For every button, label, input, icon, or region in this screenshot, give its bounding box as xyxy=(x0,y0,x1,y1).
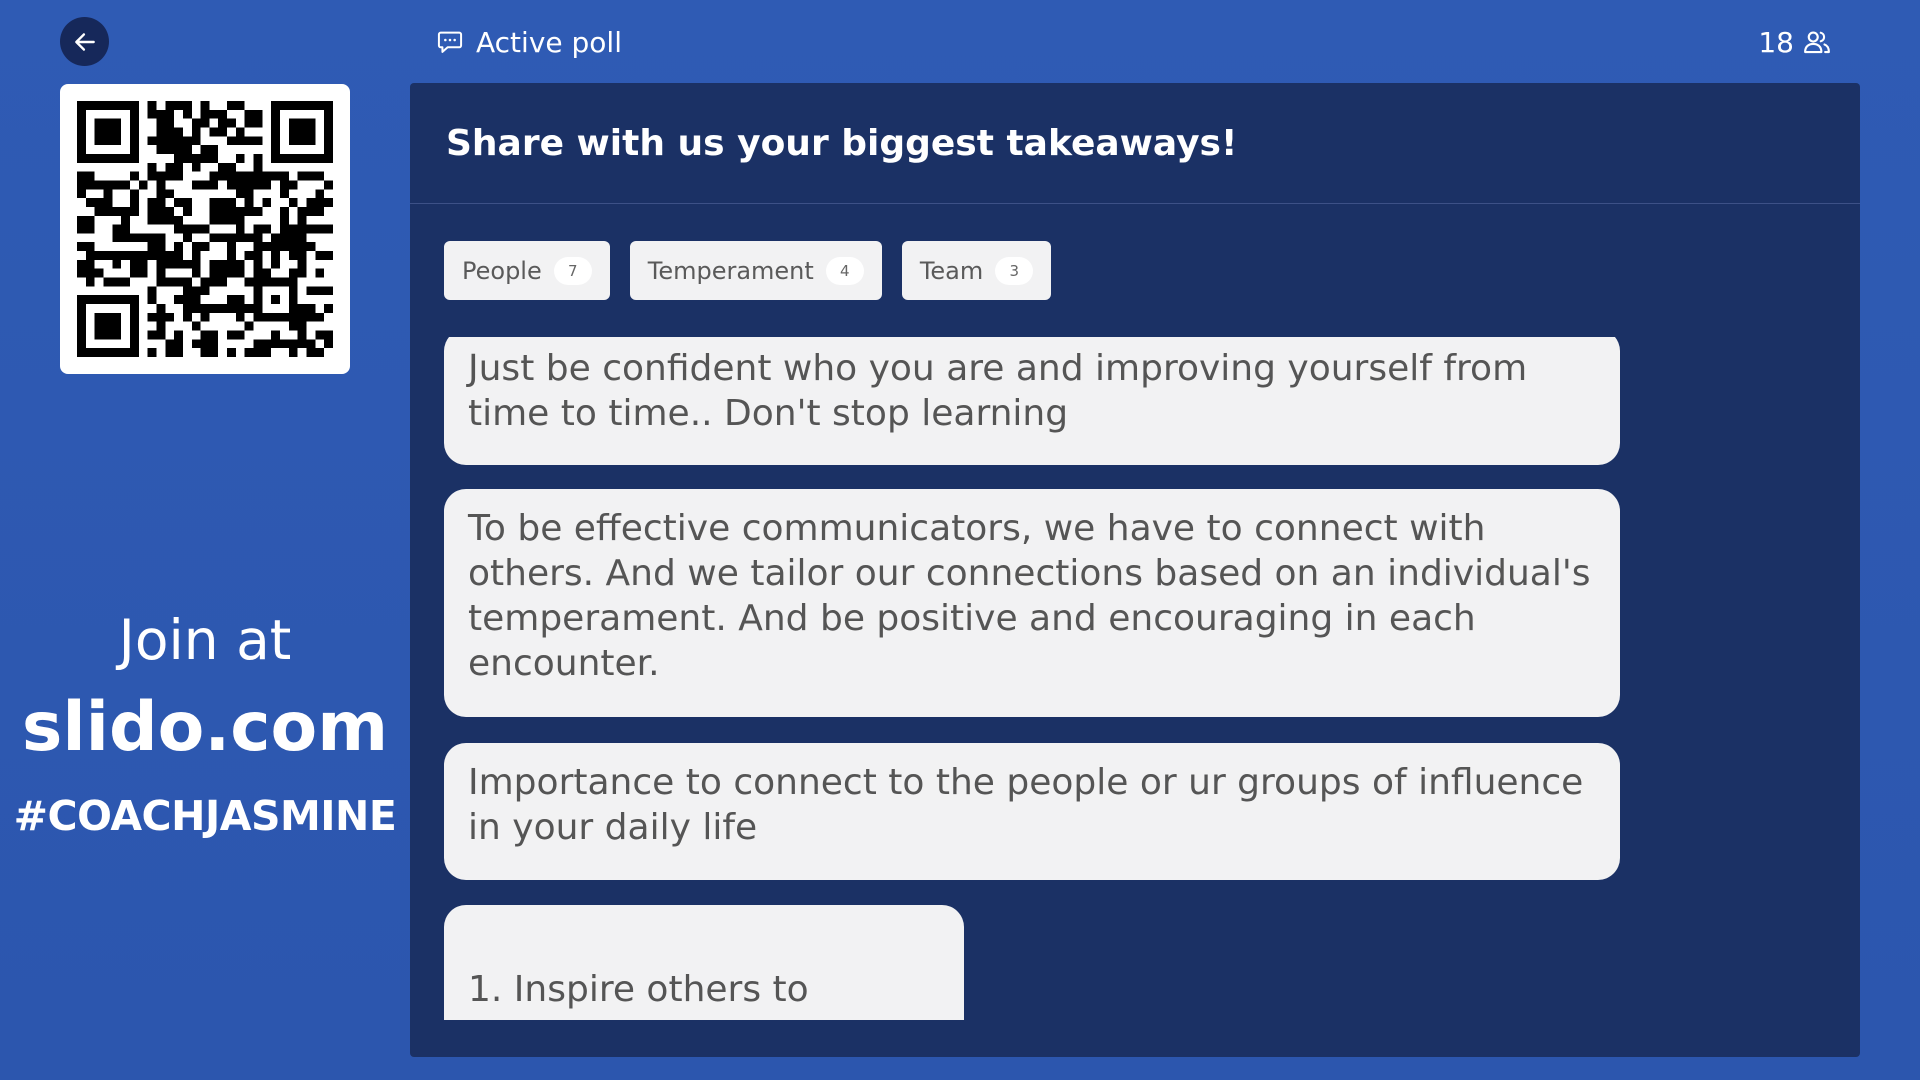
users-icon xyxy=(1804,31,1830,54)
event-code: #COACHJASMINE xyxy=(13,792,397,840)
poll-panel: Share with us your biggest takeaways! Pe… xyxy=(410,83,1860,1057)
response-text: Just be confident who you are and improv… xyxy=(468,348,1528,434)
back-button[interactable] xyxy=(60,17,109,66)
tag-count-badge: 3 xyxy=(995,256,1034,285)
tag-count-badge: 4 xyxy=(825,256,864,285)
active-poll-label: Active poll xyxy=(436,22,622,62)
tag-label: Team xyxy=(919,256,984,285)
tag-count-badge: 7 xyxy=(553,256,592,285)
response-card: 1. Inspire others to success; 2. Set the… xyxy=(444,905,964,1020)
participant-number: 18 xyxy=(1758,25,1794,59)
response-card: To be effective communicators, we have t… xyxy=(444,489,1620,717)
poll-question: Share with us your biggest takeaways! xyxy=(410,83,1860,204)
response-card: Importance to connect to the people or u… xyxy=(444,743,1620,880)
qr-code xyxy=(60,84,350,374)
chat-bubble-icon xyxy=(437,31,463,53)
response-text: 1. Inspire others to success; 2. Set the… xyxy=(468,969,809,1020)
response-text: Importance to connect to the people or u… xyxy=(468,762,1584,848)
qr-code-icon xyxy=(77,101,333,357)
participant-count: 18 xyxy=(1758,22,1832,62)
arrow-left-icon xyxy=(74,32,95,51)
join-site-link[interactable]: slido.com xyxy=(0,688,410,767)
tag-people[interactable]: People 7 xyxy=(444,241,610,300)
tag-temperament[interactable]: Temperament 4 xyxy=(629,241,882,300)
join-at-label: Join at xyxy=(118,608,292,672)
tag-team[interactable]: Team 3 xyxy=(901,241,1052,300)
tag-filters: People 7 Temperament 4 Team 3 xyxy=(444,241,1860,300)
response-card: Just be confident who you are and improv… xyxy=(444,337,1620,465)
poll-status-text: Active poll xyxy=(476,25,622,59)
response-text: To be effective communicators, we have t… xyxy=(468,508,1591,684)
tag-label: Temperament xyxy=(647,256,814,285)
tag-label: People xyxy=(462,256,542,285)
response-list[interactable]: Just be confident who you are and improv… xyxy=(444,337,1620,1020)
